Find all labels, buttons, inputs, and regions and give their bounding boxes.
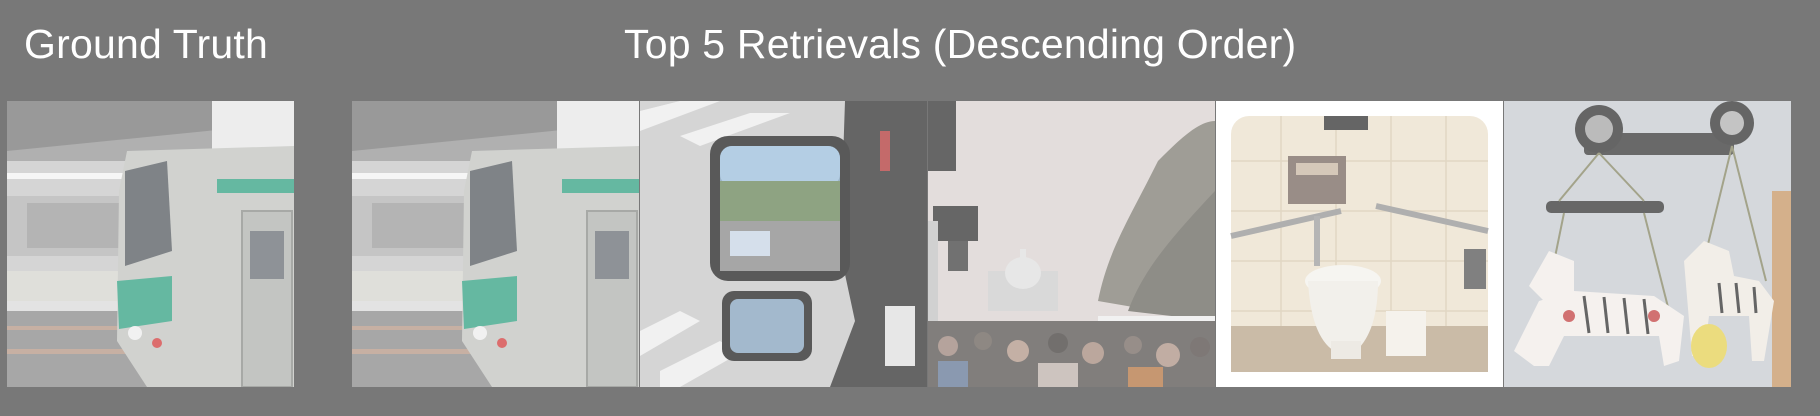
retrieval-image-5	[1504, 101, 1791, 387]
retrieval-image-1	[352, 101, 639, 387]
retrieval-image-2	[640, 101, 927, 387]
retrieval-image-3	[928, 101, 1215, 387]
ground-truth-image	[7, 101, 294, 387]
retrievals-title: Top 5 Retrievals (Descending Order)	[624, 21, 1297, 67]
ground-truth-title: Ground Truth	[24, 21, 268, 67]
retrieval-image-4	[1216, 101, 1503, 387]
